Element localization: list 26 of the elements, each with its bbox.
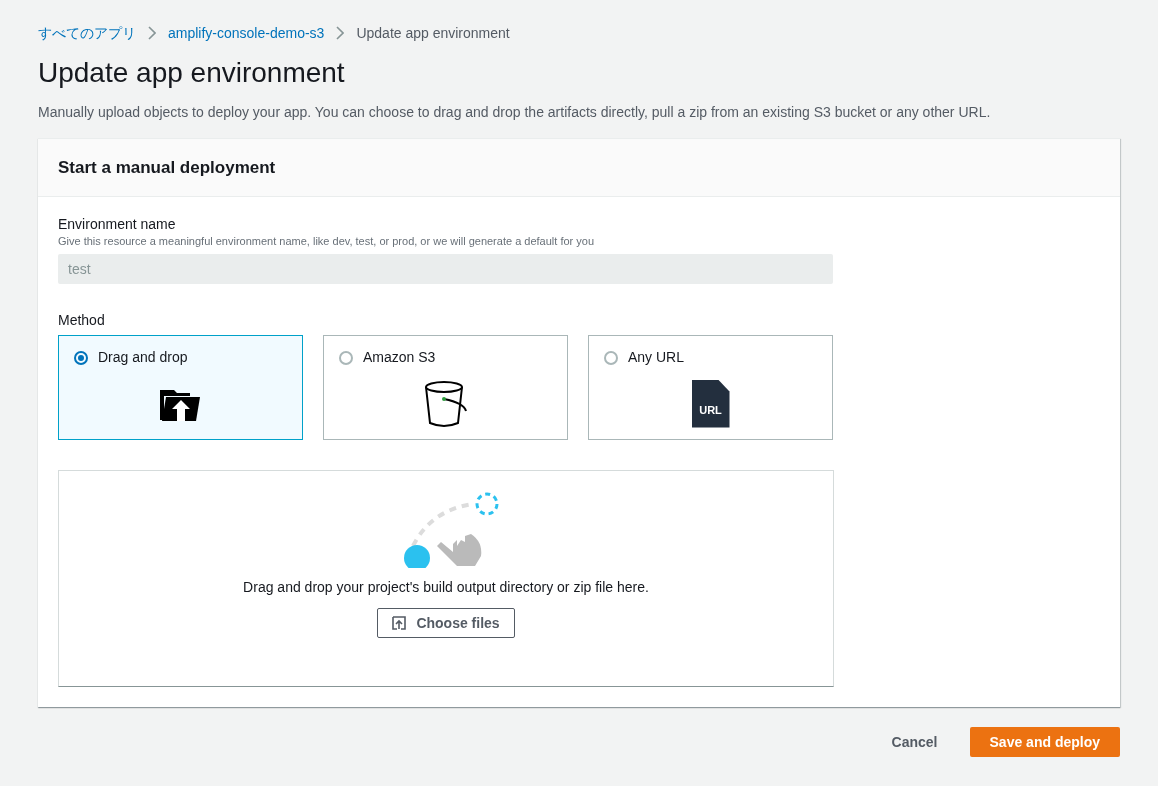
radio-button[interactable] — [604, 350, 618, 365]
field-label: Method — [58, 311, 106, 329]
option-label: Any URL — [628, 348, 685, 367]
dropzone[interactable]: Drag and drop your project's build output directory or zip file here. Choose files — [58, 470, 834, 687]
chevron-right-icon — [336, 26, 345, 40]
radio-button[interactable] — [74, 350, 88, 365]
url-file-icon: URL — [691, 379, 730, 428]
upload-icon — [392, 616, 407, 630]
page-description: Manually upload objects to deploy your app. You can choose to drag and drop the artifacts directly, pull a zip from an existing S3 bucket or any other URL. — [38, 103, 992, 122]
dropzone-instructions: Drag and drop your project's build output directory or zip file here. — [243, 578, 649, 597]
page-title: Update app environment — [38, 56, 346, 90]
option-label: Amazon S3 — [363, 348, 436, 367]
breadcrumb-link[interactable]: amplify-console-demo-s3 — [168, 22, 325, 44]
breadcrumb-current: Update app environment — [356, 23, 510, 43]
choose-files-button[interactable]: Choose files — [377, 608, 515, 638]
field-hint: Give this resource a meaningful environment name, like dev, test, or prod, or we will generate a default for you — [58, 234, 595, 249]
method-option-card[interactable]: Amazon S3 — [323, 335, 568, 440]
field-label: Environment name — [58, 215, 177, 233]
chevron-right-icon — [148, 26, 156, 40]
radio-button[interactable] — [339, 350, 353, 365]
method-option-card[interactable]: Any URL URL — [588, 335, 833, 440]
breadcrumb-link[interactable]: すべてのアプリ — [38, 22, 136, 44]
option-label: Drag and drop — [98, 348, 188, 367]
method-option-card[interactable]: Drag and drop — [58, 335, 303, 440]
panel-title: Start a manual deployment — [58, 156, 276, 179]
cancel-button[interactable]: Cancel — [871, 727, 958, 757]
